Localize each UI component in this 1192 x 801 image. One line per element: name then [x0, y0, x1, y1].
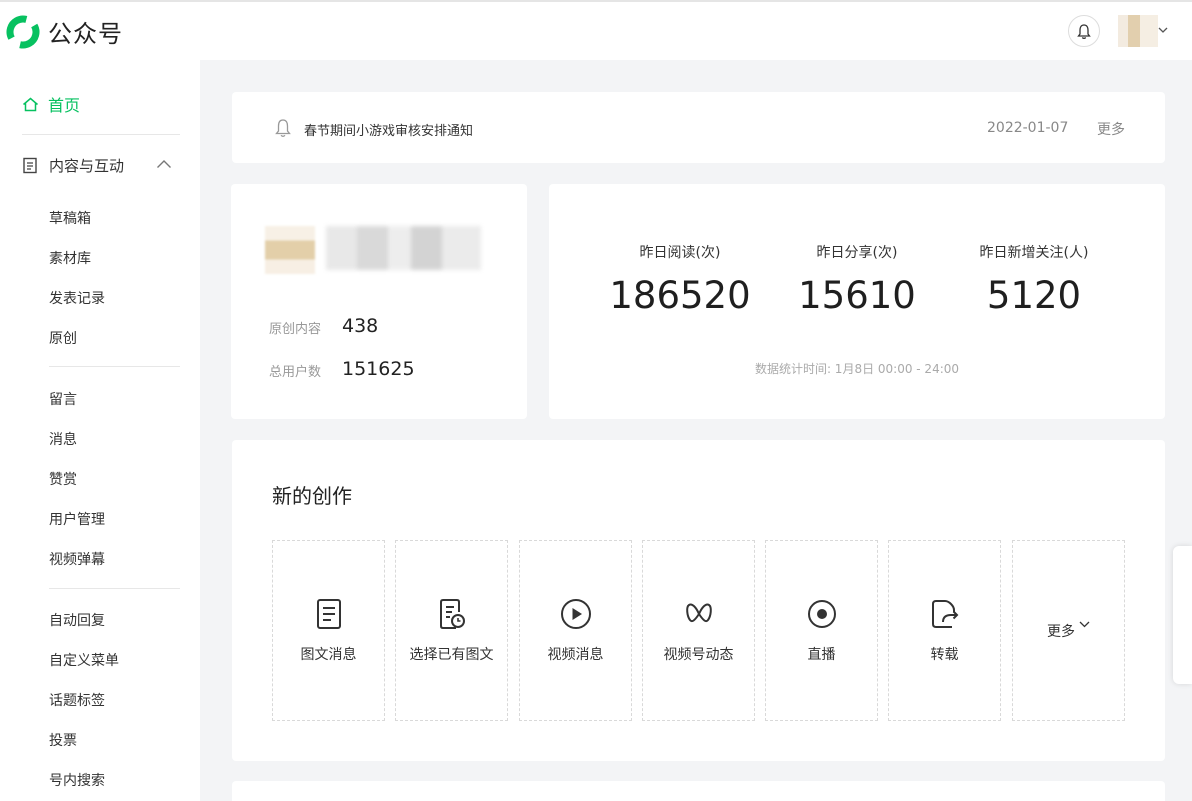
- sidebar-item-custom-menu[interactable]: 自定义菜单: [49, 650, 119, 670]
- sidebar-item-vote[interactable]: 投票: [49, 730, 77, 750]
- chevron-down-icon[interactable]: [1158, 26, 1168, 34]
- notice-more-link[interactable]: 更多: [1097, 119, 1125, 139]
- repost-icon: [931, 599, 958, 628]
- stats-card: 昨日阅读(次) 186520 昨日分享(次) 15610 昨日新增关注(人) 5…: [549, 184, 1165, 419]
- stat-label: 昨日新增关注(人): [979, 245, 1089, 261]
- create-channels-tile[interactable]: 视频号动态: [642, 540, 755, 721]
- divider: [22, 134, 180, 135]
- sidebar-item-in-account-search[interactable]: 号内搜索: [49, 770, 105, 790]
- create-existing-article-tile[interactable]: 选择已有图文: [395, 540, 508, 721]
- top-bar: 公众号: [0, 0, 1192, 60]
- existing-article-icon: [439, 598, 465, 629]
- notice-card: 春节期间小游戏审核安排通知 2022-01-07 更多: [232, 92, 1165, 163]
- original-content-value: 438: [342, 315, 379, 337]
- bell-icon: [1077, 23, 1091, 39]
- sidebar-item-rewards[interactable]: 赞赏: [49, 469, 77, 489]
- notification-button[interactable]: [1068, 15, 1100, 47]
- sidebar-group-content[interactable]: 内容与互动: [22, 155, 174, 176]
- chevron-down-icon: [1079, 621, 1090, 627]
- create-title: 新的创作: [272, 484, 352, 508]
- video-play-icon: [560, 598, 591, 629]
- stat-shares: 昨日分享(次) 15610: [767, 242, 947, 317]
- sidebar-item-comments[interactable]: 留言: [49, 389, 77, 409]
- stat-new-followers: 昨日新增关注(人) 5120: [944, 242, 1124, 317]
- sidebar-item-auto-reply[interactable]: 自动回复: [49, 610, 105, 630]
- avatar[interactable]: [1118, 15, 1158, 47]
- live-icon: [807, 599, 836, 628]
- stats-time-note: 数据统计时间: 1月8日 00:00 - 24:00: [754, 362, 960, 376]
- sidebar-item-publish-records[interactable]: 发表记录: [49, 288, 105, 308]
- sidebar-item-video-danmaku[interactable]: 视频弹幕: [49, 549, 105, 569]
- tile-label: 图文消息: [300, 646, 357, 663]
- sidebar-item-messages[interactable]: 消息: [49, 429, 77, 449]
- stat-value: 15610: [798, 274, 916, 317]
- chevron-up-icon[interactable]: [156, 159, 172, 169]
- create-live-tile[interactable]: 直播: [765, 540, 878, 721]
- tile-label: 视频号动态: [663, 646, 734, 663]
- create-card: 新的创作 图文消息 选择已有图文 视频消息 视频号动态 直播 转载 更多: [232, 440, 1165, 761]
- create-more-tile[interactable]: 更多: [1012, 540, 1125, 721]
- tile-label: 视频消息: [547, 646, 604, 663]
- create-video-tile[interactable]: 视频消息: [519, 540, 632, 721]
- divider: [49, 366, 180, 367]
- brand-name: 公众号: [48, 20, 123, 48]
- stat-value: 186520: [609, 274, 751, 317]
- original-content-label: 原创内容: [269, 322, 322, 337]
- notice-date: 2022-01-07: [987, 120, 1069, 136]
- home-icon: [23, 97, 38, 111]
- channels-icon: [685, 603, 712, 622]
- next-card: [232, 781, 1165, 801]
- sidebar-item-drafts[interactable]: 草稿箱: [49, 208, 91, 228]
- sidebar-item-materials[interactable]: 素材库: [49, 248, 91, 268]
- brand[interactable]: 公众号: [6, 14, 123, 49]
- total-users-value: 151625: [342, 358, 415, 380]
- sidebar-group-label: 内容与互动: [49, 157, 125, 175]
- more-text: 更多: [1047, 623, 1075, 640]
- document-icon: [23, 157, 37, 174]
- logo-icon: [6, 15, 40, 48]
- tile-label: 直播: [807, 646, 836, 663]
- stat-reads: 昨日阅读(次) 186520: [590, 242, 770, 317]
- sidebar-item-topic-tags[interactable]: 话题标签: [49, 690, 105, 710]
- sidebar-item-label: 首页: [48, 96, 81, 115]
- create-article-tile[interactable]: 图文消息: [272, 540, 385, 721]
- account-card: 原创内容 438 总用户数 151625: [231, 184, 527, 419]
- create-repost-tile[interactable]: 转载: [888, 540, 1001, 721]
- more-label: 更多: [1047, 620, 1090, 642]
- stat-value: 5120: [986, 274, 1082, 317]
- sidebar: 首页 内容与互动 草稿箱 素材库 发表记录 原创 留言 消息 赞赏 用户管理 视…: [0, 60, 200, 801]
- sidebar-item-home[interactable]: 首页: [22, 92, 80, 116]
- sidebar-item-original[interactable]: 原创: [49, 328, 77, 348]
- bell-icon: [275, 119, 291, 137]
- stat-label: 昨日阅读(次): [639, 245, 721, 261]
- notice-title[interactable]: 春节期间小游戏审核安排通知: [304, 120, 473, 139]
- stat-label: 昨日分享(次): [816, 245, 898, 261]
- article-icon: [316, 598, 341, 629]
- tile-label: 转载: [930, 646, 959, 663]
- total-users-label: 总用户数: [269, 365, 322, 380]
- account-avatar: [265, 226, 315, 274]
- account-name: [326, 226, 481, 270]
- divider: [49, 588, 180, 589]
- floating-help-panel[interactable]: [1173, 546, 1192, 684]
- sidebar-item-users[interactable]: 用户管理: [49, 509, 105, 529]
- tile-label: 选择已有图文: [409, 646, 494, 663]
